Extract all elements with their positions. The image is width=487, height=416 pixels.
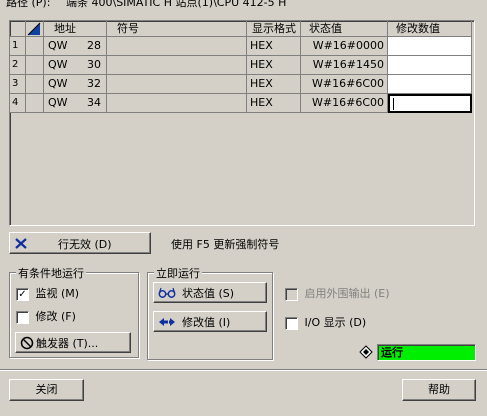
modify-cell[interactable]	[388, 75, 472, 94]
diamond-icon	[359, 345, 373, 359]
monitor-label: 监视 (M)	[35, 287, 80, 300]
glasses-icon	[158, 287, 176, 298]
sort-icon	[27, 22, 41, 36]
modify-label: 修改 (F)	[35, 310, 76, 323]
header-modify[interactable]: 修改数值	[388, 21, 472, 37]
address-number: 32	[87, 77, 101, 90]
symbol-cell[interactable]	[107, 75, 247, 94]
close-button[interactable]: 关闭	[9, 379, 84, 401]
symbol-cell[interactable]	[107, 56, 247, 75]
status-cell: W#16#6C00	[301, 75, 388, 94]
header-format[interactable]: 显示格式	[247, 21, 301, 37]
address-cell[interactable]: QW 32	[44, 75, 107, 94]
address-number: 34	[87, 96, 101, 109]
row-icon-cell	[26, 94, 44, 113]
peripheral-output-check	[285, 287, 298, 301]
address-type: QW	[48, 96, 68, 109]
header-status[interactable]: 状态值	[301, 21, 388, 37]
path-label: 路径 (P):	[6, 0, 51, 9]
trigger-button[interactable]: 触发器 (T)...	[15, 332, 131, 353]
format-cell[interactable]: HEX	[247, 56, 301, 75]
row-invalid-button[interactable]: 行无效 (D)	[9, 232, 151, 254]
arrows-icon	[159, 318, 175, 326]
io-display-checkbox[interactable]: I/O 显示 (D)	[285, 314, 366, 330]
address-type: QW	[48, 77, 68, 90]
row-icon-cell	[26, 75, 44, 94]
address-cell[interactable]: QW 34	[44, 94, 107, 113]
address-cell[interactable]: QW 28	[44, 37, 107, 56]
peripheral-output-label: 启用外围输出 (E)	[304, 287, 390, 300]
status-cell: W#16#1450	[301, 56, 388, 75]
modify-cell[interactable]	[388, 37, 472, 56]
path-value: 端条 400\SIMATIC H 站点(1)\CPU 412-5 H	[66, 0, 287, 9]
separator-highlight	[0, 370, 487, 371]
variable-table[interactable]: 地址 符号 显示格式 状态值 修改数值 1 QW 28 HEX W#16#000…	[9, 20, 475, 226]
modify-value-button[interactable]: 修改值 (I)	[153, 311, 267, 332]
row-icon-cell	[26, 37, 44, 56]
modify-checkbox[interactable]: 修改 (F)	[16, 308, 76, 324]
row-number[interactable]: 1	[10, 37, 26, 56]
modify-cell[interactable]	[388, 56, 472, 75]
red-x-icon	[15, 238, 27, 249]
hint-text: 使用 F5 更新强制符号	[171, 238, 280, 251]
monitor-check[interactable]: ✓	[16, 287, 29, 301]
text-cursor	[393, 98, 394, 110]
status-value-label: 状态值 (S)	[182, 287, 235, 300]
status-value-button[interactable]: 状态值 (S)	[153, 282, 267, 303]
row-invalid-label: 行无效 (D)	[58, 238, 112, 251]
no-sign-icon	[20, 336, 34, 350]
peripheral-output-checkbox: 启用外围输出 (E)	[285, 285, 390, 301]
header-address[interactable]: 地址	[44, 21, 107, 37]
header-icon-cell[interactable]	[26, 21, 44, 37]
address-type: QW	[48, 39, 68, 52]
format-cell[interactable]: HEX	[247, 75, 301, 94]
address-type: QW	[48, 58, 68, 71]
address-number: 30	[87, 58, 101, 71]
modify-cell-active[interactable]	[388, 94, 472, 113]
row-number[interactable]: 3	[10, 75, 26, 94]
corner-header	[10, 21, 26, 37]
monitor-checkbox[interactable]: ✓ 监视 (M)	[16, 285, 79, 301]
io-display-label: I/O 显示 (D)	[304, 316, 367, 329]
address-cell[interactable]: QW 30	[44, 56, 107, 75]
immediate-run-title: 立即运行	[154, 265, 202, 281]
modify-value-label: 修改值 (I)	[182, 316, 231, 329]
io-display-check[interactable]	[285, 316, 298, 330]
run-status-bar: 运行	[377, 344, 476, 361]
row-icon-cell	[26, 56, 44, 75]
header-symbol[interactable]: 符号	[107, 21, 247, 37]
conditional-run-title: 有条件地运行	[16, 265, 86, 281]
modify-check[interactable]	[16, 310, 29, 324]
row-number[interactable]: 4	[10, 94, 26, 113]
trigger-label: 触发器 (T)...	[36, 337, 99, 350]
address-number: 28	[87, 39, 101, 52]
help-button[interactable]: 帮助	[402, 379, 476, 401]
status-cell: W#16#0000	[301, 37, 388, 56]
format-cell[interactable]: HEX	[247, 94, 301, 113]
status-cell: W#16#6C00	[301, 94, 388, 113]
run-status-label: 运行	[381, 346, 403, 359]
symbol-cell[interactable]	[107, 94, 247, 113]
row-number[interactable]: 2	[10, 56, 26, 75]
symbol-cell[interactable]	[107, 37, 247, 56]
format-cell[interactable]: HEX	[247, 37, 301, 56]
